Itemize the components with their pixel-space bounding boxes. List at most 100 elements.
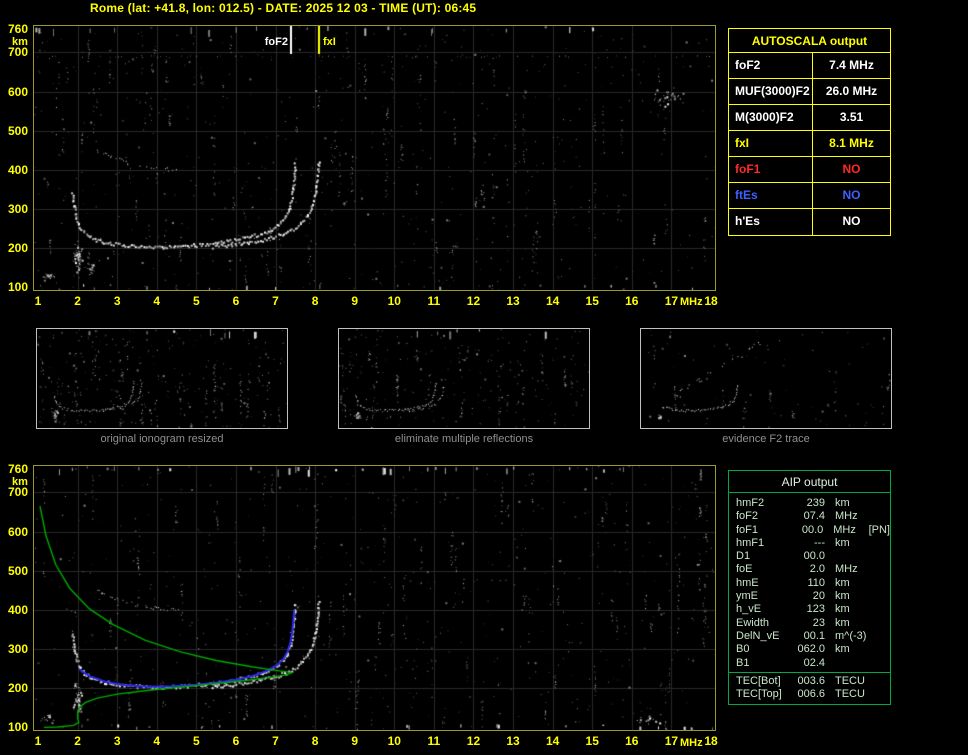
x-axis-tick: 1 <box>34 734 42 748</box>
aip-param-name: foE <box>736 563 753 576</box>
thumbnail-canvas <box>339 329 589 428</box>
x-axis-tick: 4 <box>153 734 161 748</box>
x-axis-tick: 10 <box>387 294 401 308</box>
x-axis-tick: 13 <box>506 294 520 308</box>
x-axis-tick: 11 <box>427 734 441 748</box>
table-row: foF1 00.0 MHz [PN] <box>729 524 890 537</box>
table-row: hmE 110 km <box>729 577 890 590</box>
aip-param-value: 00.0 <box>801 523 824 536</box>
autoscala-table-title: AUTOSCALA output <box>729 29 890 53</box>
table-row: M(3000)F2 3.51 <box>729 105 890 131</box>
aip-param-name: B1 <box>736 656 750 669</box>
aip-param-note <box>869 577 871 590</box>
table-row: ftEs NO <box>729 183 890 209</box>
aip-param-unit: MHz <box>835 563 858 576</box>
x-axis-tick: 8 <box>311 734 319 748</box>
aip-param-unit: MHz <box>833 523 856 536</box>
aip-param-name: TEC[Top] <box>736 688 782 701</box>
aip-param-name: hmF1 <box>736 536 765 549</box>
x-axis-tick: 7 <box>272 734 279 748</box>
aip-param-unit: km <box>835 643 850 656</box>
autoscala-param-value: 26.0 MHz <box>825 84 878 98</box>
ionogram-top-plot: foF2 fxI <box>33 25 716 291</box>
y-axis-tick: 760 <box>7 22 28 36</box>
autoscala-param-name: foF2 <box>729 53 813 78</box>
table-row: foF2 7.4 MHz <box>729 53 890 79</box>
table-row: DelN_vE 00.1 m^(-3) <box>729 630 890 643</box>
table-row: Ewidth 23 km <box>729 617 890 630</box>
aip-param-note <box>869 643 871 656</box>
aip-param-value: 2.0 <box>809 563 825 576</box>
x-axis-tick: 6 <box>232 294 240 308</box>
aip-param-value: 23 <box>812 616 825 629</box>
table-row: fxI 8.1 MHz <box>729 131 890 157</box>
x-axis-tick: 9 <box>351 734 359 748</box>
aip-param-value: 006.6 <box>797 688 825 701</box>
x-axis-tick: 12 <box>466 294 481 308</box>
table-row: h_vE 123 km <box>729 603 890 616</box>
aip-param-value: 00.0 <box>803 550 825 563</box>
y-axis-tick: 600 <box>7 524 28 539</box>
aip-param-name: hmF2 <box>736 497 765 509</box>
aip-param-unit: km <box>835 536 850 549</box>
ionogram-bottom-canvas <box>34 466 715 730</box>
fof2-marker-label: foF2 <box>264 36 288 48</box>
table-row: MUF(3000)F2 26.0 MHz <box>729 79 890 105</box>
thumbnail-original-ionogram <box>36 328 288 429</box>
table-row: TEC[Top] 006.6 TECU <box>729 688 890 701</box>
aip-param-value: 20 <box>812 590 825 603</box>
x-axis-tick: 4 <box>153 294 161 308</box>
aip-param-name: ymE <box>736 590 758 603</box>
aip-param-value: 07.4 <box>803 510 825 523</box>
aip-param-value: 123 <box>806 603 825 616</box>
autoscala-param-name: foF1 <box>729 157 813 182</box>
y-axis-tick: 400 <box>7 602 28 617</box>
table-row: foF1 NO <box>729 157 890 183</box>
aip-param-note <box>869 590 871 603</box>
x-axis-tick: 15 <box>585 734 599 748</box>
aip-param-value: --- <box>814 536 825 549</box>
aip-param-name: hmE <box>736 576 759 589</box>
autoscala-param-name: fxI <box>729 131 813 156</box>
x-axis-tick: 11 <box>427 294 441 308</box>
x-axis-tick: 18 <box>704 734 718 748</box>
aip-param-name: foF2 <box>736 510 759 523</box>
aip-param-unit: TECU <box>835 674 865 687</box>
aip-param-note <box>869 550 871 563</box>
y-axis-tick: 200 <box>7 680 28 695</box>
aip-param-name: h_vE <box>736 603 762 616</box>
aip-param-note <box>869 630 871 643</box>
fxi-marker-label: fxI <box>323 36 336 48</box>
y-axis-tick: 100 <box>7 280 28 294</box>
x-axis-tick: 10 <box>387 734 401 748</box>
table-row: hmF2 239 km <box>729 497 890 510</box>
aip-param-unit: km <box>835 590 850 603</box>
autoscala-param-value: 3.51 <box>839 110 864 124</box>
aip-param-note <box>869 563 871 576</box>
autoscala-output-table: AUTOSCALA output foF2 7.4 MHz MUF(3000)F… <box>728 28 891 236</box>
x-axis-tick: 15 <box>585 294 599 308</box>
aip-param-unit <box>825 657 869 670</box>
table-row: D1 00.0 <box>729 550 890 563</box>
x-axis-tick: 2 <box>74 294 81 308</box>
x-axis-tick: 13 <box>506 734 520 748</box>
aip-param-unit: m^(-3) <box>835 629 867 642</box>
aip-param-unit: km <box>835 576 850 589</box>
aip-output-table: AIP output hmF2 239 km foF2 07.4 MHz foF… <box>728 470 891 706</box>
aip-param-note: [PN] <box>868 523 890 536</box>
aip-param-name: Ewidth <box>736 616 770 629</box>
x-axis-tick: 8 <box>311 294 319 308</box>
x-axis-tick: 16 <box>625 734 639 748</box>
autoscala-param-name: M(3000)F2 <box>729 105 813 130</box>
autoscala-param-name: MUF(3000)F2 <box>729 79 813 104</box>
aip-tec-section: TEC[Bot] 003.6 TECU TEC[Top] 006.6 TECU <box>729 671 890 705</box>
aip-table-title: AIP output <box>729 471 890 493</box>
x-axis-tick: 14 <box>545 734 560 748</box>
thumbnail-canvas <box>641 329 891 428</box>
aip-param-unit: km <box>835 616 850 629</box>
table-row: B0 062.0 km <box>729 643 890 656</box>
x-axis-tick: 12 <box>466 734 481 748</box>
aip-param-note <box>869 497 871 510</box>
aip-param-note <box>869 510 871 523</box>
y-axis-tick: 300 <box>7 201 28 216</box>
